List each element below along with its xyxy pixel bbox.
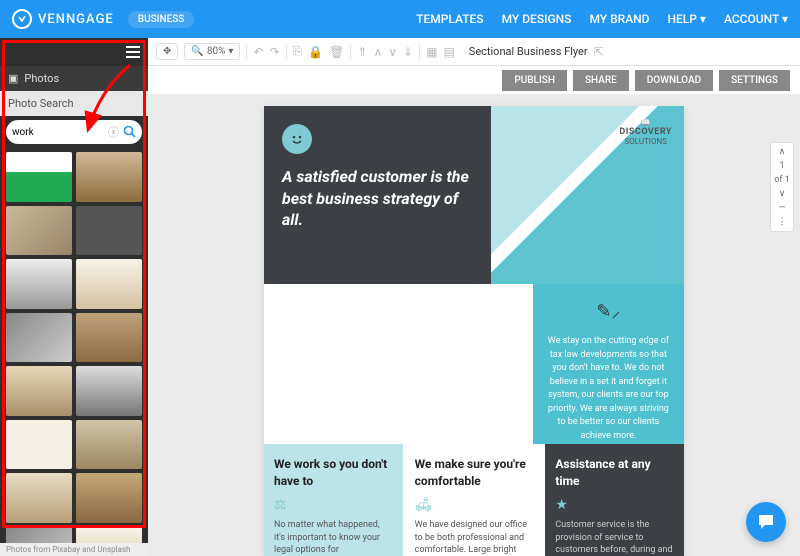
undo-icon[interactable]: ↶ (253, 45, 263, 59)
photo-thumb[interactable] (76, 313, 142, 363)
external-icon[interactable]: ⇱ (594, 45, 604, 59)
pager-more-icon[interactable]: ⋮ (771, 217, 793, 227)
nav-templates[interactable]: TEMPLATES (416, 12, 483, 26)
search-input[interactable] (12, 127, 104, 138)
group-icon[interactable]: ▦ (426, 45, 437, 59)
image-slot[interactable] (264, 284, 533, 444)
top-nav: TEMPLATES MY DESIGNS MY BRAND HELP ▾ ACC… (416, 12, 788, 26)
page-navigator[interactable]: ∧ 1 of 1 ∨ — ⋮ (770, 142, 794, 232)
brand-sub: SOLUTIONS (624, 137, 666, 146)
photo-attribution: Photos from Pixabay and Unsplash (0, 543, 148, 556)
pager-up-icon[interactable]: ∧ (771, 147, 793, 157)
image-icon: ▣ (8, 72, 18, 85)
photo-thumb[interactable] (76, 420, 142, 470)
hero-heading[interactable]: A satisfied customer is the best busines… (282, 166, 473, 231)
down-icon[interactable]: ∨ (388, 45, 397, 59)
book-icon: 📖 (619, 118, 672, 127)
nav-help[interactable]: HELP ▾ (668, 12, 706, 26)
sidebar: ▣ Photos Photo Search ⓧ Photos from Pixa… (0, 38, 148, 556)
nav-account[interactable]: ACCOUNT ▾ (724, 12, 788, 26)
card-1[interactable]: We work so you don't have to ⚖ No matter… (264, 444, 405, 556)
nav-my-brand[interactable]: MY BRAND (589, 12, 649, 26)
lasso-button[interactable]: ✥ (156, 43, 178, 60)
photo-thumb[interactable] (76, 152, 142, 202)
panel-title: Photos (24, 72, 59, 85)
share-button[interactable]: SHARE (573, 70, 629, 91)
logo-icon (12, 9, 32, 29)
publish-button[interactable]: PUBLISH (502, 70, 567, 91)
teal-panel[interactable]: ✎⸝ We stay on the cutting edge of tax la… (533, 284, 684, 444)
gavel-icon: ⚖ (274, 496, 393, 516)
layer-down-icon[interactable]: ⇓ (403, 45, 413, 59)
brand-name: DISCOVERY (619, 127, 672, 137)
grid-icon[interactable]: ▤ (443, 45, 454, 59)
flyer-page[interactable]: A satisfied customer is the best busines… (264, 106, 684, 556)
photo-thumb[interactable] (76, 527, 142, 544)
logo[interactable]: VENNGAGE (12, 9, 114, 29)
photo-thumb[interactable] (6, 152, 72, 202)
copy-icon[interactable]: ⎘ (293, 44, 303, 59)
photo-grid (0, 148, 148, 543)
pager-down-icon[interactable]: ∨ (771, 189, 793, 199)
photo-thumb[interactable] (6, 473, 72, 523)
photo-thumb[interactable] (76, 473, 142, 523)
photo-thumb[interactable] (6, 420, 72, 470)
nav-my-designs[interactable]: MY DESIGNS (502, 12, 572, 26)
document-name[interactable]: Sectional Business Flyer (469, 45, 588, 58)
photo-thumb[interactable] (76, 206, 142, 256)
photo-thumb[interactable] (6, 313, 72, 363)
card-1-heading[interactable]: We work so you don't have to (274, 456, 393, 490)
up-icon[interactable]: ∧ (373, 45, 382, 59)
panel-subtitle: Photo Search (0, 91, 148, 116)
panel-header: ▣ Photos (0, 66, 148, 91)
photo-thumb[interactable] (6, 366, 72, 416)
card-3[interactable]: Assistance at any time ★ Customer servic… (545, 444, 684, 556)
teal-text[interactable]: We stay on the cutting edge of tax law d… (545, 335, 672, 443)
settings-button[interactable]: SETTINGS (719, 70, 790, 91)
card-3-text[interactable]: Customer service is the provision of ser… (555, 519, 674, 556)
search-row: ⓧ (6, 120, 142, 144)
download-button[interactable]: DOWNLOAD (635, 70, 713, 91)
pen-icon: ✎⸝ (545, 298, 672, 325)
star-icon: ★ (555, 496, 674, 516)
photo-thumb[interactable] (76, 259, 142, 309)
photo-thumb[interactable] (6, 259, 72, 309)
pager-of: of 1 (771, 175, 793, 185)
editor-toolbar: ✥ 🔍 80% ▾ ↶ ↷ ⎘ 🔒 🗑 ⇑ ∧ ∨ ⇓ ▦ ▤ Sectiona… (148, 38, 800, 66)
card-2[interactable]: We make sure you're comfortable 🛋 We hav… (405, 444, 546, 556)
action-bar: PUBLISH SHARE DOWNLOAD SETTINGS (148, 66, 800, 94)
clear-icon[interactable]: ⓧ (108, 124, 119, 140)
layer-up-icon[interactable]: ⇑ (357, 45, 367, 59)
hero-left[interactable]: A satisfied customer is the best busines… (264, 106, 491, 284)
photo-thumb[interactable] (6, 527, 72, 544)
search-icon[interactable] (123, 123, 136, 142)
pager-page: 1 (771, 161, 793, 171)
brand-logo[interactable]: 📖 DISCOVERY SOLUTIONS (619, 118, 672, 146)
plan-badge: BUSINESS (128, 11, 195, 28)
hamburger-icon[interactable] (126, 46, 140, 58)
card-1-text[interactable]: No matter what happened, it's important … (274, 519, 393, 556)
card-3-heading[interactable]: Assistance at any time (555, 456, 674, 490)
delete-icon[interactable]: 🗑 (329, 45, 344, 59)
photo-thumb[interactable] (6, 206, 72, 256)
hero-right[interactable]: 📖 DISCOVERY SOLUTIONS (491, 106, 684, 284)
redo-icon[interactable]: ↷ (270, 45, 280, 59)
chat-fab[interactable] (746, 502, 786, 542)
topbar: VENNGAGE BUSINESS TEMPLATES MY DESIGNS M… (0, 0, 800, 38)
lock-icon[interactable]: 🔒 (308, 45, 323, 59)
card-2-text[interactable]: We have designed our office to be both p… (415, 519, 534, 556)
photo-thumb[interactable] (76, 366, 142, 416)
sofa-icon: 🛋 (415, 496, 534, 516)
smile-icon (282, 124, 312, 154)
card-2-heading[interactable]: We make sure you're comfortable (415, 456, 534, 490)
zoom-dropdown[interactable]: 🔍 80% ▾ (184, 43, 240, 60)
app-name: VENNGAGE (38, 12, 114, 27)
canvas[interactable]: ∧ 1 of 1 ∨ — ⋮ A satisfied customer is t… (148, 94, 800, 556)
